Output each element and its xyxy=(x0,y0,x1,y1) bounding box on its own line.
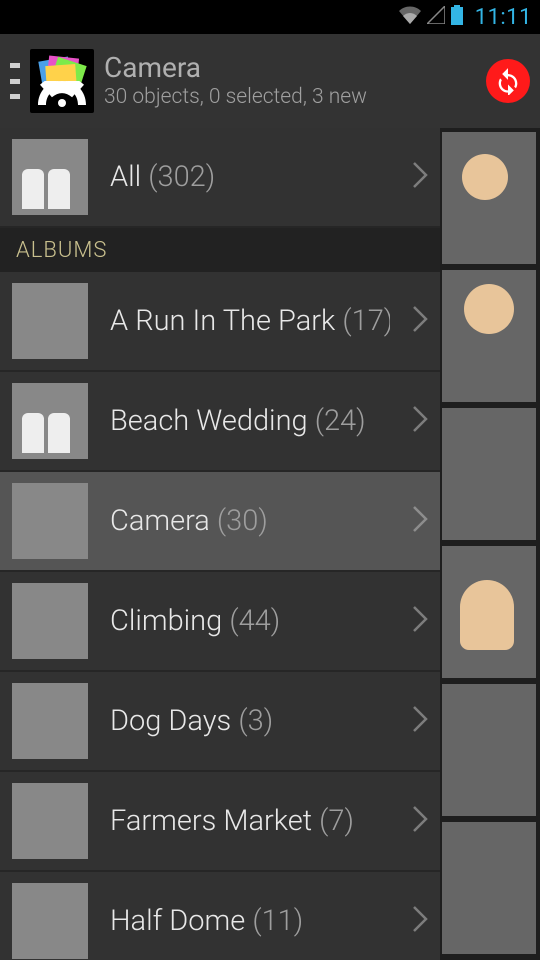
album-row[interactable]: Dog Days (3) xyxy=(0,672,440,772)
preview-thumb[interactable] xyxy=(442,822,536,954)
album-label: Farmers Market (7) xyxy=(110,804,390,838)
album-count: (24) xyxy=(315,404,366,438)
album-name: Dog Days xyxy=(110,704,231,738)
cell-icon xyxy=(427,6,445,28)
status-bar: 11:11 xyxy=(0,0,540,34)
album-label: Beach Wedding (24) xyxy=(110,404,390,438)
chevron-right-icon xyxy=(412,905,428,937)
album-row[interactable]: Farmers Market (7) xyxy=(0,772,440,872)
album-label: Camera (30) xyxy=(110,504,390,538)
chevron-right-icon xyxy=(412,705,428,737)
preview-thumb[interactable] xyxy=(442,132,536,264)
album-thumb xyxy=(12,283,88,359)
album-count: (11) xyxy=(252,904,303,938)
album-row[interactable]: Half Dome (11) xyxy=(0,872,440,960)
album-row[interactable]: A Run In The Park (17) xyxy=(0,272,440,372)
header-title-block: Camera 30 objects, 0 selected, 3 new xyxy=(104,53,476,108)
album-thumb xyxy=(12,783,88,859)
album-label: All (302) xyxy=(110,160,390,194)
app-icon[interactable] xyxy=(30,49,94,113)
wifi-icon xyxy=(399,6,421,28)
chevron-right-icon xyxy=(412,505,428,537)
album-thumb xyxy=(12,383,88,459)
album-count: (3) xyxy=(238,704,273,738)
status-time: 11:11 xyxy=(475,5,532,30)
sync-icon xyxy=(494,67,522,95)
album-row-all[interactable]: All (302) xyxy=(0,128,440,228)
album-name: All xyxy=(110,160,141,194)
album-label: Half Dome (11) xyxy=(110,904,390,938)
album-label: Dog Days (3) xyxy=(110,704,390,738)
album-name: Beach Wedding xyxy=(110,404,308,438)
sync-button[interactable] xyxy=(486,59,530,103)
page-subtitle: 30 objects, 0 selected, 3 new xyxy=(104,85,476,109)
battery-icon xyxy=(451,5,463,29)
chevron-right-icon xyxy=(412,805,428,837)
albums-list[interactable]: All (302) ALBUMS A Run In The Park (17) B… xyxy=(0,128,440,960)
album-name: A Run In The Park xyxy=(110,304,335,338)
chevron-right-icon xyxy=(412,405,428,437)
page-title: Camera xyxy=(104,53,476,82)
content-area: All (302) ALBUMS A Run In The Park (17) B… xyxy=(0,128,540,960)
chevron-right-icon xyxy=(412,305,428,337)
album-label: Climbing (44) xyxy=(110,604,390,638)
chevron-right-icon xyxy=(412,161,428,193)
album-name: Farmers Market xyxy=(110,804,312,838)
drawer-icon[interactable] xyxy=(10,63,20,99)
album-row[interactable]: Camera (30) xyxy=(0,472,440,572)
album-row[interactable]: Climbing (44) xyxy=(0,572,440,672)
wifi-glyph-icon xyxy=(38,81,86,107)
album-name: Half Dome xyxy=(110,904,245,938)
album-count: (17) xyxy=(342,304,390,338)
chevron-right-icon xyxy=(412,605,428,637)
album-row[interactable]: Beach Wedding (24) xyxy=(0,372,440,472)
album-thumb xyxy=(12,583,88,659)
album-thumb xyxy=(12,683,88,759)
album-count: (302) xyxy=(148,160,215,194)
action-bar: Camera 30 objects, 0 selected, 3 new xyxy=(0,34,540,128)
preview-thumb[interactable] xyxy=(442,684,536,816)
preview-thumb[interactable] xyxy=(442,546,536,678)
album-thumb xyxy=(12,883,88,959)
album-label: A Run In The Park (17) xyxy=(110,304,390,338)
album-name: Camera xyxy=(110,504,210,538)
album-thumb xyxy=(12,139,88,215)
album-thumb xyxy=(12,483,88,559)
album-name: Climbing xyxy=(110,604,222,638)
preview-thumb[interactable] xyxy=(442,270,536,402)
album-count: (44) xyxy=(229,604,280,638)
preview-strip[interactable] xyxy=(440,128,540,960)
album-count: (7) xyxy=(319,804,354,838)
album-count: (30) xyxy=(217,504,268,538)
albums-section-header: ALBUMS xyxy=(0,228,440,272)
preview-thumb[interactable] xyxy=(442,408,536,540)
app-screen: 11:11 Camera 30 objects, 0 selected, 3 n… xyxy=(0,0,540,960)
